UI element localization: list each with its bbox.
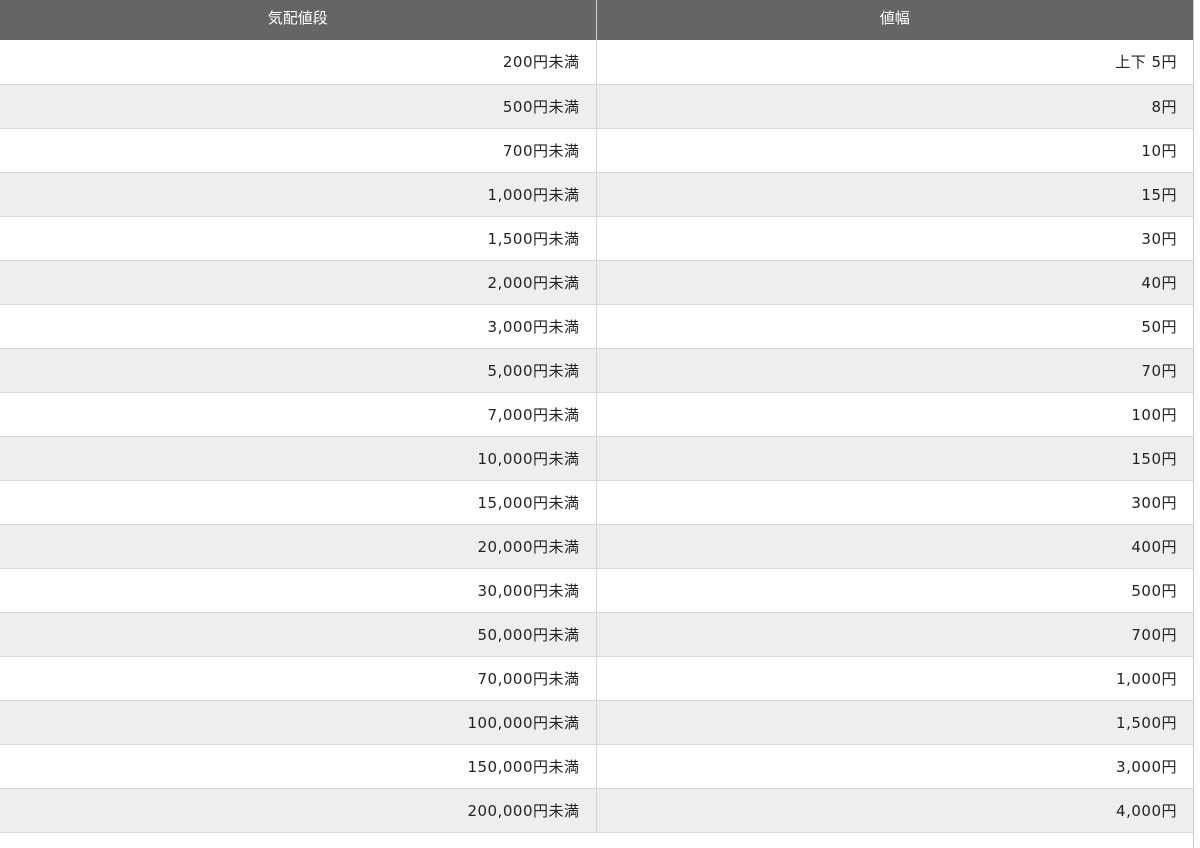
table-row: 500円未満 8円: [0, 84, 1193, 129]
cell-price-range: 500円: [596, 568, 1193, 613]
cell-quote-price: 3,000円未満: [0, 304, 597, 349]
cell-price-range: 8円: [596, 84, 1193, 129]
cell-quote-price: 10,000円未満: [0, 436, 597, 481]
table-row: 30,000円未満 500円: [0, 568, 1193, 613]
cell-quote-price: 500円未満: [0, 84, 597, 129]
table-row: 3,000円未満 50円: [0, 304, 1193, 349]
cell-price-range: 100円: [596, 392, 1193, 437]
table-row: 1,000円未満 15円: [0, 172, 1193, 217]
cell-quote-price: 2,000円未満: [0, 260, 597, 305]
table-row: 150,000円未満 3,000円: [0, 744, 1193, 789]
cell-quote-price: 200円未満: [0, 40, 597, 85]
cell-price-range: 400円: [596, 524, 1193, 569]
cell-price-range: 4,000円: [596, 788, 1193, 833]
cell-price-range: 700円: [596, 612, 1193, 657]
table-row: 2,000円未満 40円: [0, 260, 1193, 305]
cell-price-range: 50円: [596, 304, 1193, 349]
cell-quote-price: 5,000円未満: [0, 348, 597, 393]
cell-quote-price: 700円未満: [0, 128, 597, 173]
table-header: 気配値段 値幅: [0, 0, 1193, 40]
table-row: 15,000円未満 300円: [0, 480, 1193, 525]
header-price-range: 値幅: [596, 0, 1193, 40]
table-row: 50,000円未満 700円: [0, 612, 1193, 657]
table-row: 1,500円未満 30円: [0, 216, 1193, 261]
table-row: 200円未満 上下 5円: [0, 40, 1193, 85]
header-row: 気配値段 値幅: [0, 0, 1193, 40]
cell-price-range: 40円: [596, 260, 1193, 305]
table-row: 200,000円未満 4,000円: [0, 788, 1193, 833]
cell-quote-price: 100,000円未満: [0, 700, 597, 745]
cell-price-range: 150円: [596, 436, 1193, 481]
cell-price-range: 30円: [596, 216, 1193, 261]
header-quote-price: 気配値段: [0, 0, 597, 40]
cell-quote-price: 30,000円未満: [0, 568, 597, 613]
cell-price-range: 1,000円: [596, 656, 1193, 701]
table-row: 700円未満 10円: [0, 128, 1193, 173]
cell-price-range: 10円: [596, 128, 1193, 173]
cell-quote-price: 1,000円未満: [0, 172, 597, 217]
cell-quote-price: 7,000円未満: [0, 392, 597, 437]
cell-price-range: 70円: [596, 348, 1193, 393]
table-row: 7,000円未満 100円: [0, 392, 1193, 437]
cell-price-range: 3,000円: [596, 744, 1193, 789]
cell-quote-price: 200,000円未満: [0, 788, 597, 833]
cell-quote-price: 150,000円未満: [0, 744, 597, 789]
table-row: 20,000円未満 400円: [0, 524, 1193, 569]
price-limit-table: 気配値段 値幅 200円未満 上下 5円 500円未満 8円 700円未満 10円 1,00…: [0, 0, 1193, 833]
cell-price-range: 300円: [596, 480, 1193, 525]
price-limit-table-container: 気配値段 値幅 200円未満 上下 5円 500円未満 8円 700円未満 10円 1,00…: [0, 0, 1194, 848]
cell-price-range: 15円: [596, 172, 1193, 217]
cell-quote-price: 50,000円未満: [0, 612, 597, 657]
table-body: 200円未満 上下 5円 500円未満 8円 700円未満 10円 1,000円未満 15円 1…: [0, 40, 1193, 833]
table-row: 100,000円未満 1,500円: [0, 700, 1193, 745]
cell-quote-price: 20,000円未満: [0, 524, 597, 569]
cell-price-range: 上下 5円: [596, 40, 1193, 85]
table-row: 70,000円未満 1,000円: [0, 656, 1193, 701]
cell-quote-price: 1,500円未満: [0, 216, 597, 261]
cell-quote-price: 15,000円未満: [0, 480, 597, 525]
table-row: 10,000円未満 150円: [0, 436, 1193, 481]
cell-price-range: 1,500円: [596, 700, 1193, 745]
table-row: 5,000円未満 70円: [0, 348, 1193, 393]
cell-quote-price: 70,000円未満: [0, 656, 597, 701]
